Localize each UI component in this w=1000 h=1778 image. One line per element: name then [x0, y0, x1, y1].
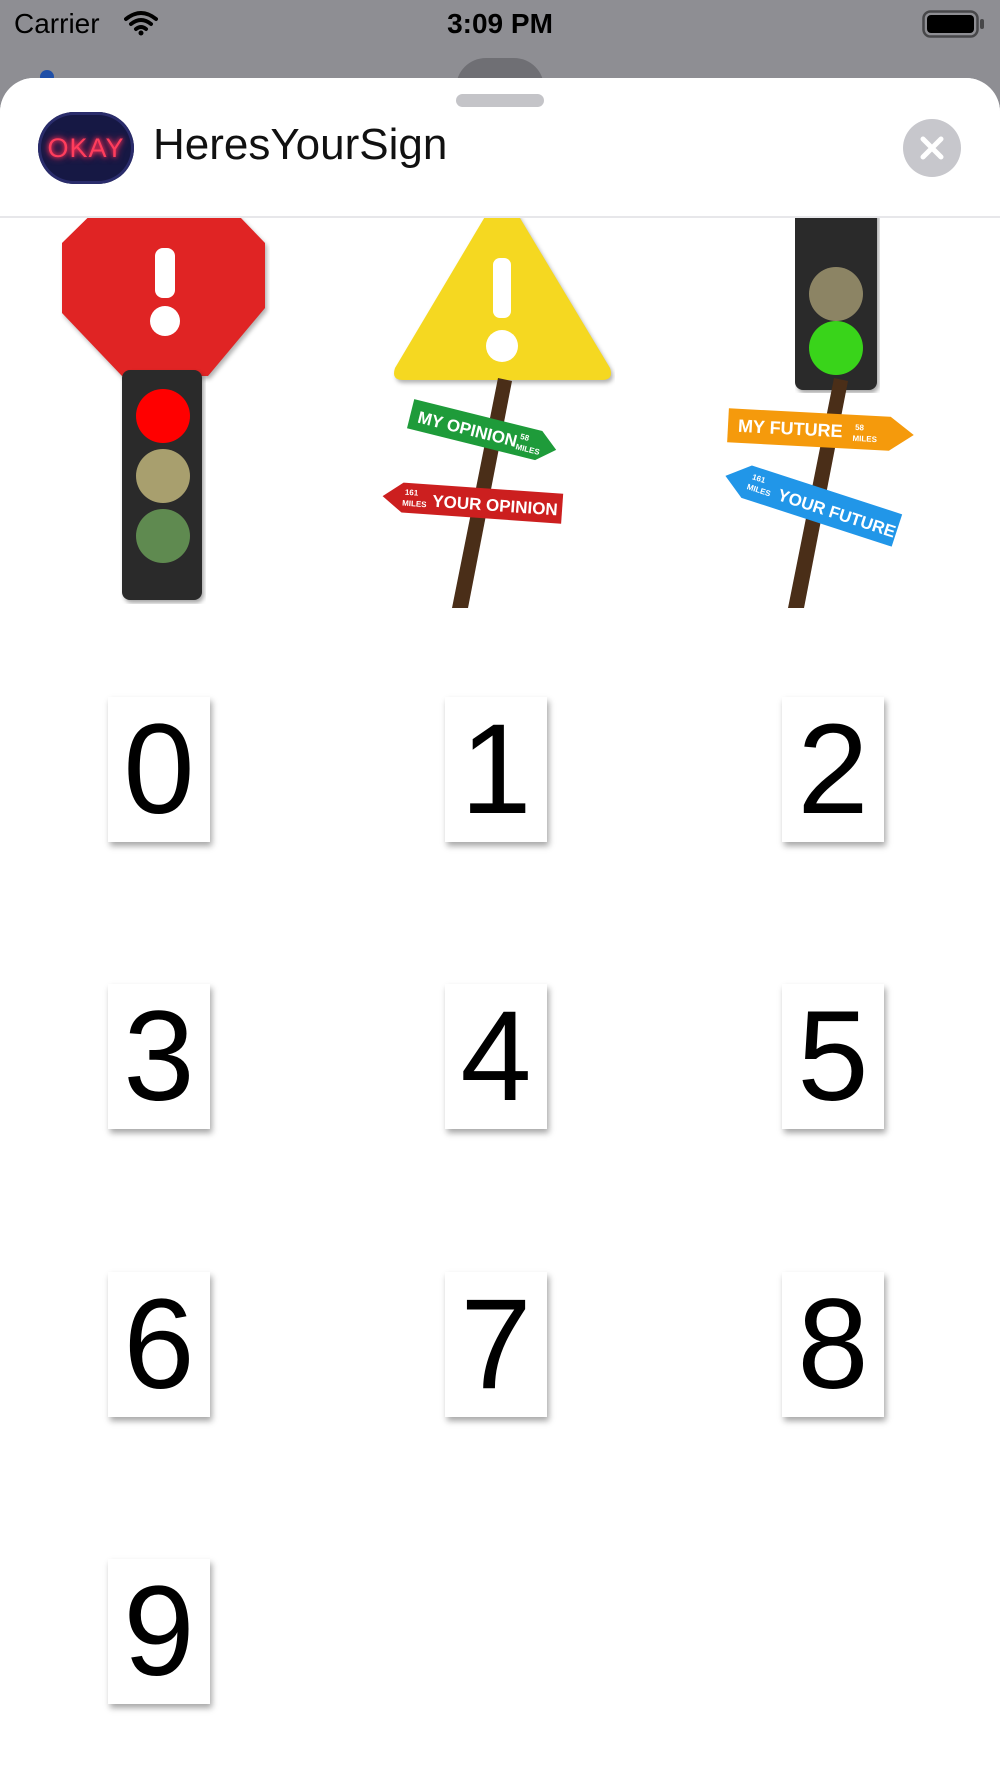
number-card-1[interactable]: 1 [445, 697, 547, 842]
future-signpost-sticker[interactable]: MY FUTURE 58 MILES 161 MILES YOUR FUTURE [718, 378, 918, 608]
number-card-5[interactable]: 5 [782, 984, 884, 1129]
number-card-2[interactable]: 2 [782, 697, 884, 842]
warning-sign-icon [394, 188, 611, 380]
app-icon-text: OKAY [47, 132, 125, 163]
signpost-icon: MY FUTURE 58 MILES 161 MILES YOUR FUTURE [725, 378, 914, 608]
close-button[interactable] [903, 119, 961, 177]
number-card-9[interactable]: 9 [108, 1559, 210, 1704]
traffic-light-green-sticker[interactable] [795, 188, 880, 393]
traffic-light-red-sticker[interactable] [120, 368, 206, 604]
status-bar: Carrier 3:09 PM [0, 0, 1000, 50]
imessage-app-sheet: MY OPINION 58 MILES 161 MILES YOUR OPINI… [0, 78, 1000, 1778]
traffic-light-red-icon [122, 370, 202, 600]
sheet-header: OKAY HeresYourSign [0, 78, 1000, 218]
battery-icon [922, 10, 986, 43]
sticker-grid: MY OPINION 58 MILES 161 MILES YOUR OPINI… [0, 78, 1000, 1778]
number-card-4[interactable]: 4 [445, 984, 547, 1129]
number-card-7[interactable]: 7 [445, 1272, 547, 1417]
opinion-bottom-distance-unit: MILES [402, 499, 428, 510]
number-card-3[interactable]: 3 [108, 984, 210, 1129]
warning-sign-sticker[interactable] [390, 188, 615, 388]
signpost-icon: MY OPINION 58 MILES 161 MILES YOUR OPINI… [382, 378, 564, 608]
app-title: HeresYourSign [153, 120, 448, 169]
number-card-6[interactable]: 6 [108, 1272, 210, 1417]
number-card-8[interactable]: 8 [782, 1272, 884, 1417]
close-icon [920, 136, 944, 160]
okay-neon-icon: OKAY [38, 112, 134, 184]
opinion-bottom-distance-num: 161 [405, 488, 419, 498]
status-time: 3:09 PM [447, 8, 553, 39]
traffic-light-green-icon [795, 188, 877, 390]
number-card-0[interactable]: 0 [108, 697, 210, 842]
future-top-distance-num: 58 [855, 423, 865, 432]
sheet-grabber-handle[interactable] [456, 94, 544, 107]
opinion-signpost-sticker[interactable]: MY OPINION 58 MILES 161 MILES YOUR OPINI… [380, 378, 580, 608]
future-top-distance-unit: MILES [852, 434, 878, 444]
